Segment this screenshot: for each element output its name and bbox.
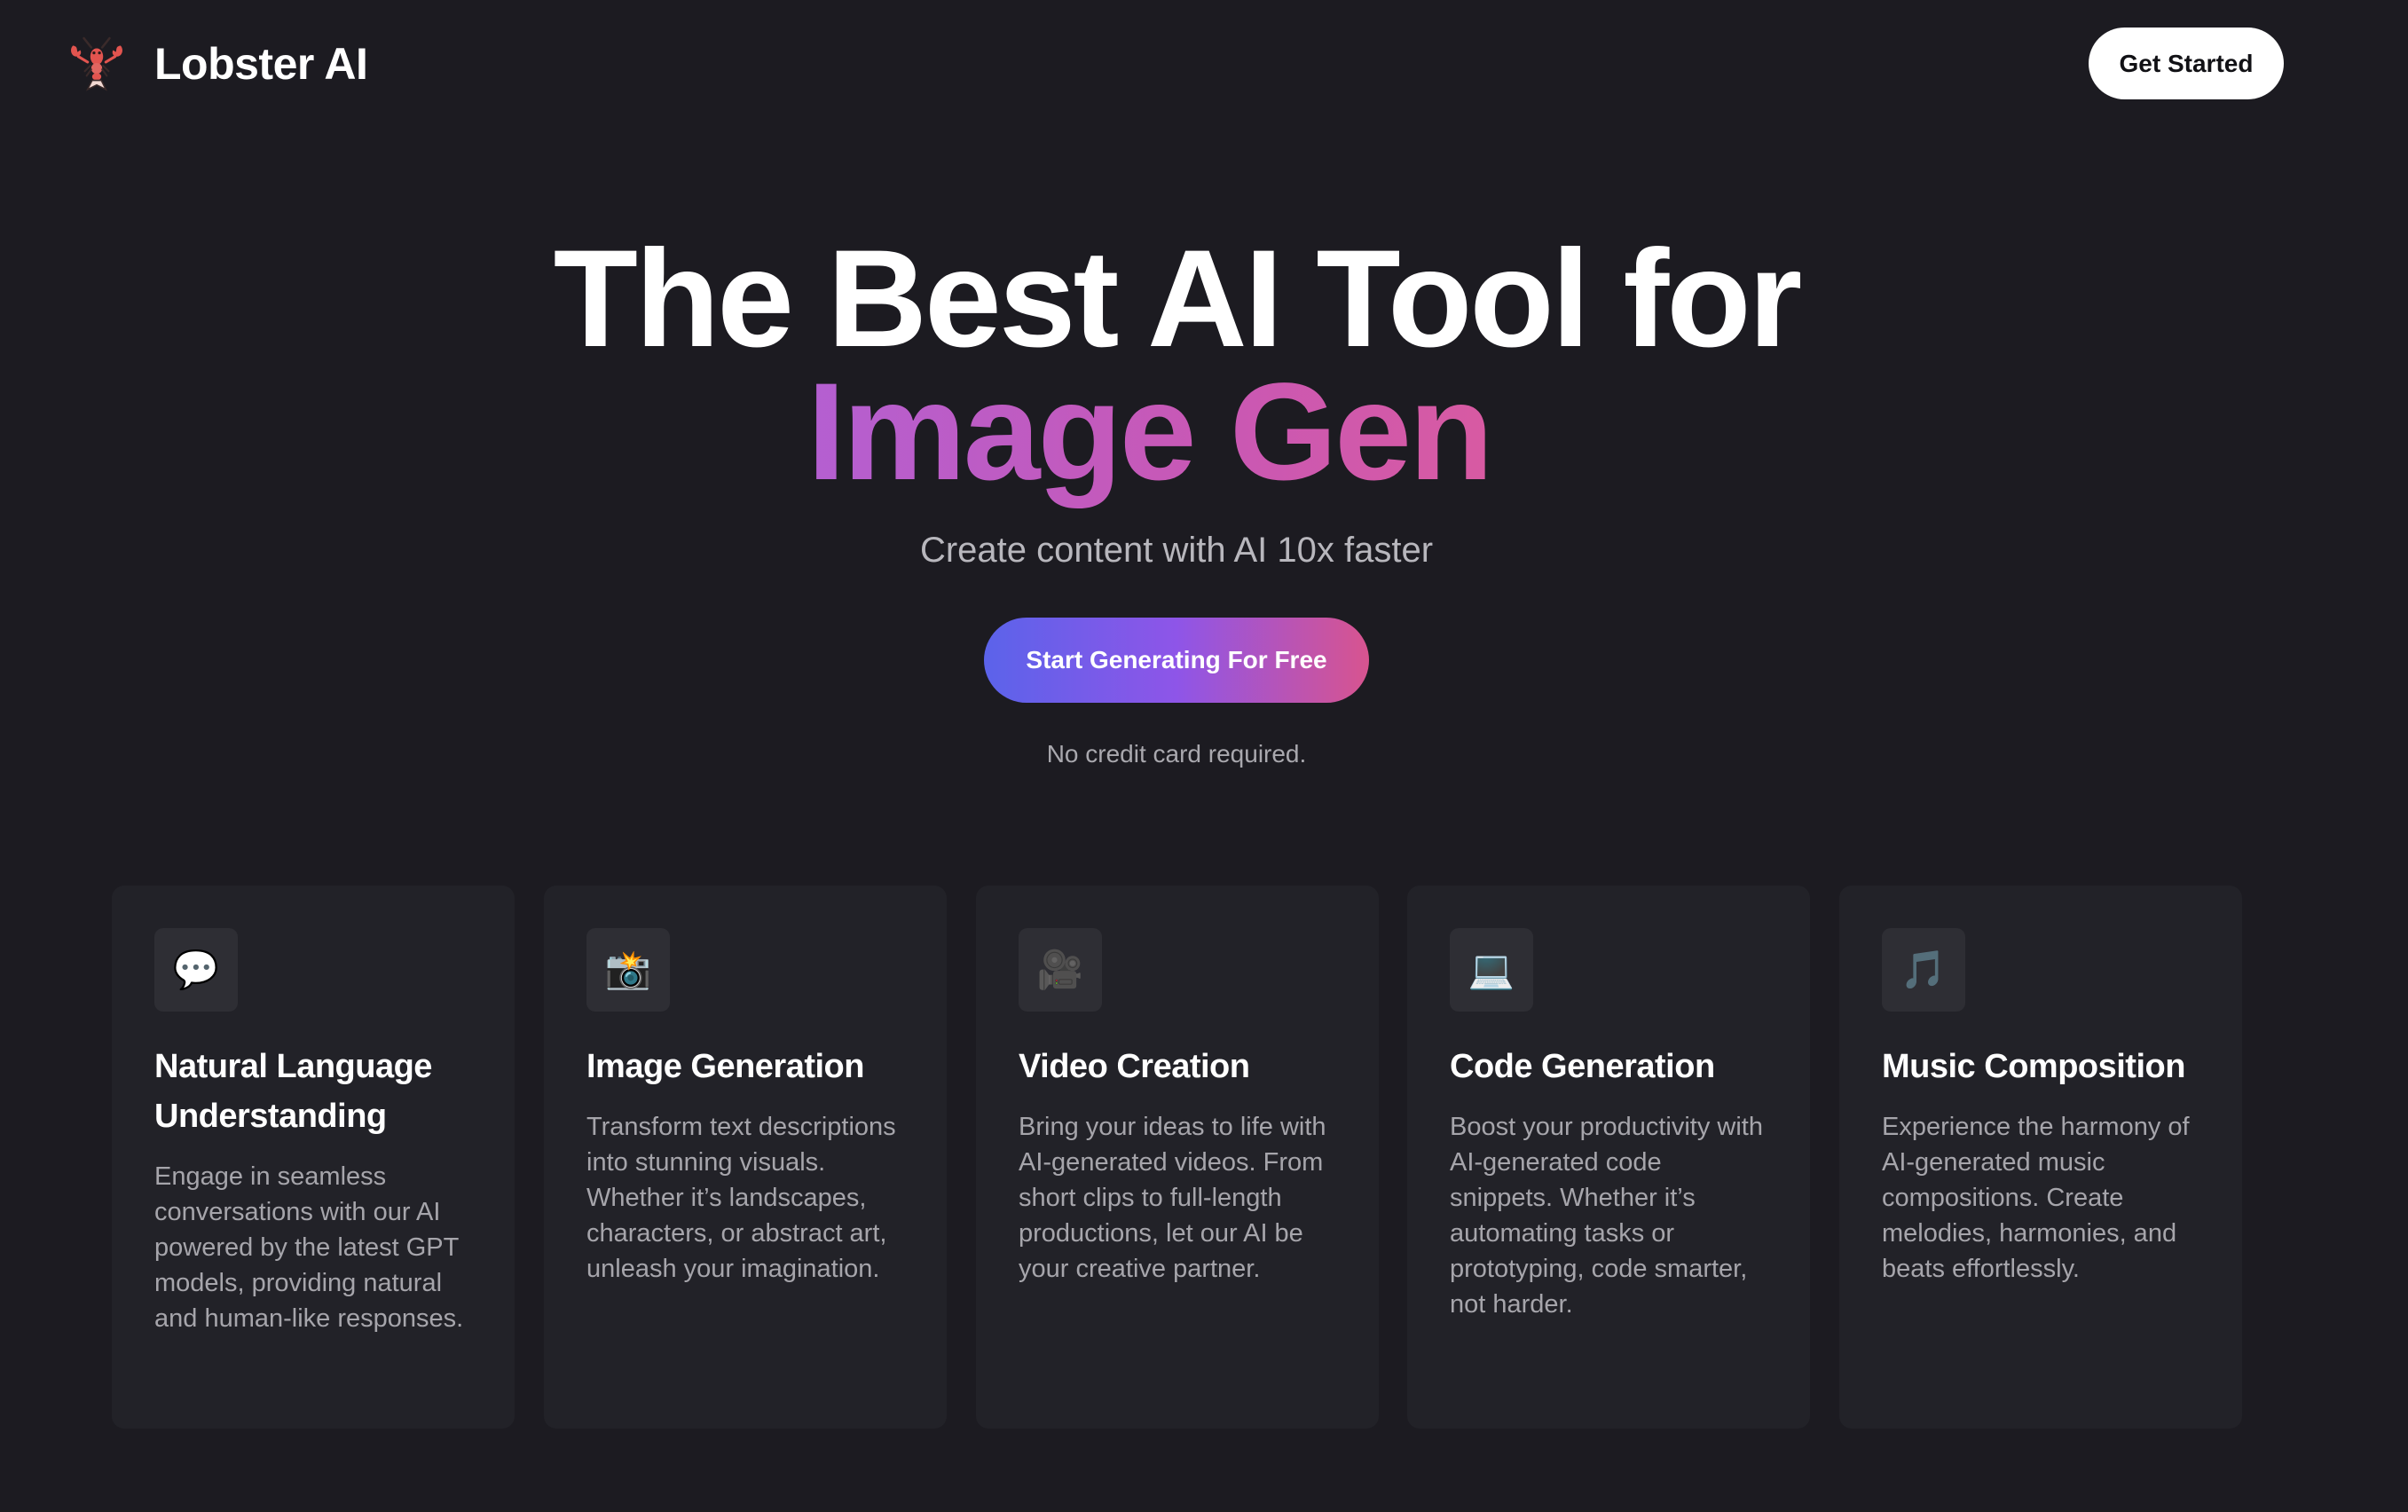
feature-card-video-creation[interactable]: 🎥 Video Creation Bring your ideas to lif… — [976, 886, 1379, 1429]
feature-description: Bring your ideas to life with AI-generat… — [1019, 1113, 1326, 1283]
feature-description: Transform text descriptions into stunnin… — [586, 1113, 896, 1283]
get-started-button[interactable]: Get Started — [2089, 28, 2284, 99]
start-generating-button[interactable]: Start Generating For Free — [984, 618, 1369, 703]
feature-description: Boost your productivity with AI-generate… — [1450, 1113, 1763, 1319]
no-credit-card-note: No credit card required. — [1046, 740, 1307, 768]
speech-bubble-icon: 💬 — [154, 928, 238, 1012]
laptop-icon: 💻 — [1450, 928, 1533, 1012]
feature-description: Engage in seamless conversations with ou… — [154, 1162, 464, 1333]
feature-description: Experience the harmony of AI-generated m… — [1882, 1113, 2190, 1283]
hero-title-accent-text: Image Gen — [807, 355, 1494, 509]
feature-card-code-generation[interactable]: 💻 Code Generation Boost your productivit… — [1407, 886, 1810, 1429]
feature-card-natural-language[interactable]: 💬 Natural Language Understanding Engage … — [112, 886, 515, 1429]
brand-name: Lobster AI — [154, 39, 368, 89]
hero-title-accent: Image Gen — [0, 363, 2298, 501]
camera-flash-icon: 📸 — [586, 928, 670, 1012]
feature-title: Image Generation — [586, 1048, 864, 1085]
feature-title: Natural Language Understanding — [154, 1048, 432, 1135]
feature-title: Code Generation — [1450, 1048, 1715, 1085]
top-nav: Lobster AI Get Started — [0, 0, 2408, 128]
feature-title: Video Creation — [1019, 1048, 1250, 1085]
feature-title: Music Composition — [1882, 1048, 2185, 1085]
hero-title: The Best AI Tool for — [553, 222, 1803, 376]
feature-cards: 💬 Natural Language Understanding Engage … — [112, 886, 2243, 1429]
feature-card-image-generation[interactable]: 📸 Image Generation Transform text descri… — [544, 886, 947, 1429]
video-camera-icon: 🎥 — [1019, 928, 1102, 1012]
feature-card-music-composition[interactable]: 🎵 Music Composition Experience the harmo… — [1839, 886, 2242, 1429]
music-notes-icon: 🎵 — [1882, 928, 1965, 1012]
hero-subtitle: Create content with AI 10x faster — [919, 531, 1434, 570]
lobster-icon — [71, 36, 122, 91]
brand-link[interactable]: Lobster AI — [67, 32, 368, 96]
